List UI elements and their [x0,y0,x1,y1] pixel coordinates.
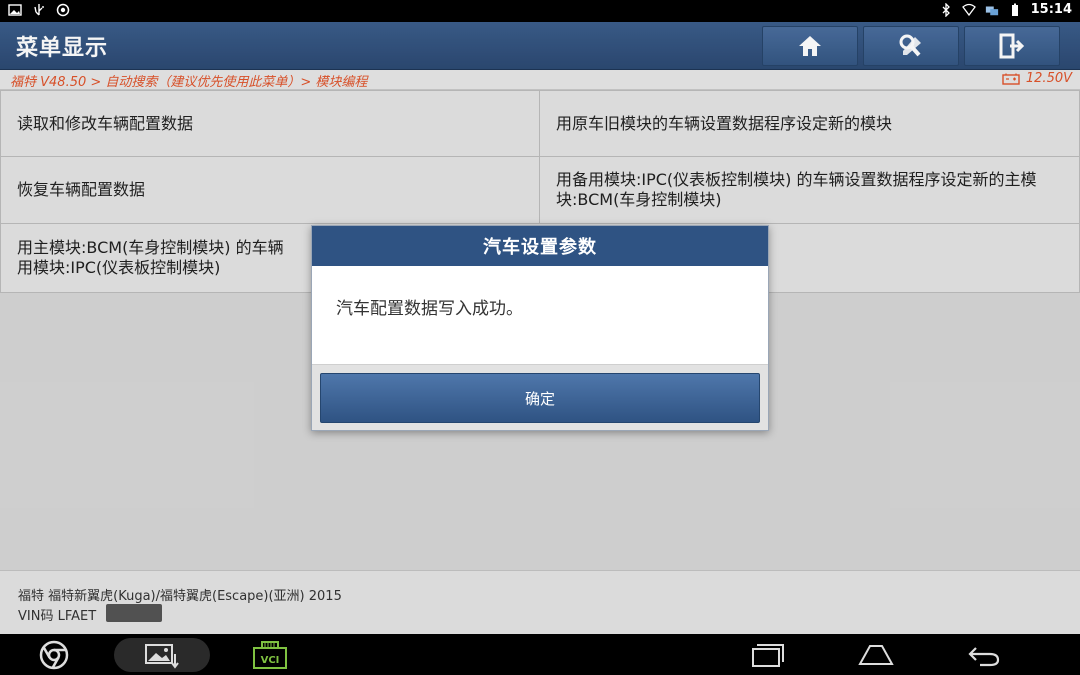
settings-gear-icon [56,3,70,17]
recent-apps-button[interactable] [748,638,788,672]
usb-icon [34,4,44,16]
wifi-icon [961,3,976,16]
vci-label: VCI [261,655,280,666]
status-time: 15:14 [1030,2,1072,17]
config-write-dialog: 汽车设置参数 汽车配置数据写入成功。 确定 [311,225,769,431]
screenshot-button[interactable] [114,638,210,672]
battery-icon [1011,3,1018,16]
status-bar: 15:14 [0,0,1080,22]
bluetooth-icon [942,2,950,17]
screenshot-icon [145,644,179,669]
image-icon [8,4,22,16]
vci-button[interactable]: VCI [252,638,288,672]
browser-icon [39,640,69,670]
network-icon [985,6,998,15]
recent-apps-icon [752,644,784,667]
home-nav-button[interactable] [856,638,896,672]
dialog-footer: 确定 [312,364,768,430]
vci-icon: VCI [253,641,287,669]
ok-button[interactable]: 确定 [320,373,760,423]
home-nav-icon [858,645,894,665]
back-icon [968,647,1000,667]
browser-button[interactable] [34,638,74,672]
dialog-title: 汽车设置参数 [312,226,768,266]
dialog-message: 汽车配置数据写入成功。 [336,299,523,319]
back-button[interactable] [964,638,1004,672]
nav-bar: VCI [0,634,1080,675]
